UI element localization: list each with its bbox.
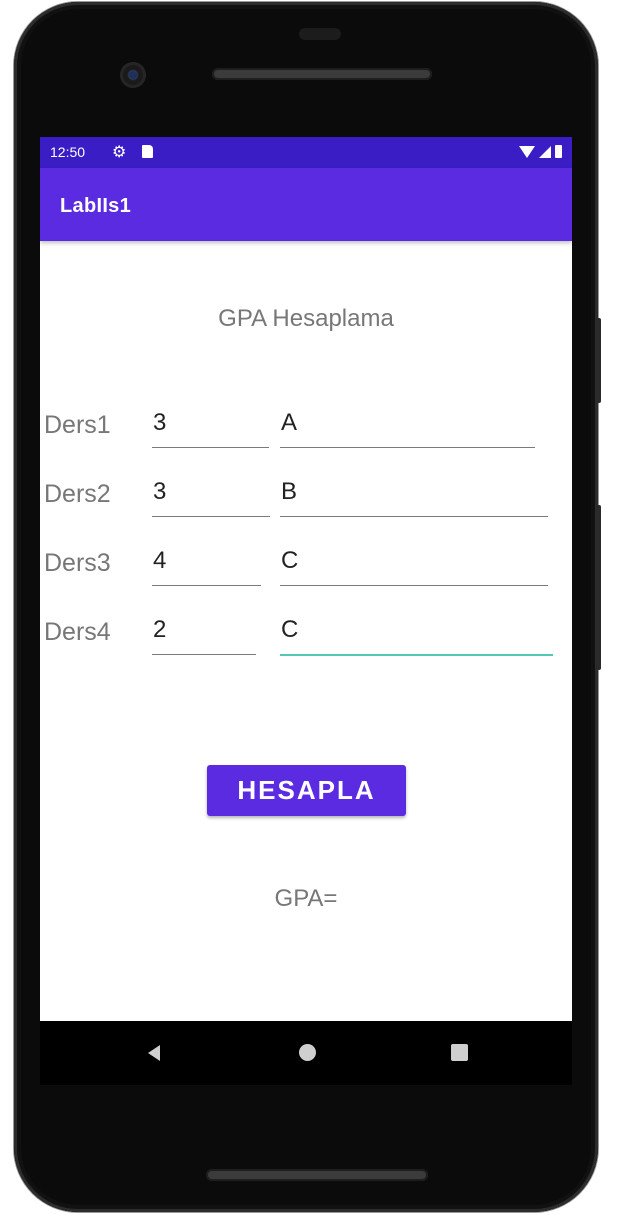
credit-input[interactable]: 3: [152, 472, 270, 517]
gpa-result: GPA=: [274, 885, 338, 912]
credit-value: 2: [153, 616, 167, 643]
back-icon[interactable]: [148, 1045, 160, 1061]
recents-icon[interactable]: [451, 1044, 468, 1061]
grade-value: A: [281, 409, 298, 436]
credit-input[interactable]: 3: [152, 403, 269, 448]
course-label: Ders3: [44, 549, 111, 577]
volume-button: [596, 505, 601, 670]
front-camera: [120, 62, 146, 88]
signal-icon: [539, 145, 551, 158]
grade-value: C: [281, 616, 299, 643]
screen: 12:50 ⚙ LabIIs1 GPA Hesaplama Ders1 3 A …: [40, 137, 572, 1021]
calculate-button[interactable]: HESAPLA: [207, 765, 406, 816]
grade-input[interactable]: B: [280, 472, 548, 517]
credit-value: 4: [153, 547, 167, 574]
grade-value: B: [281, 478, 298, 505]
course-label: Ders1: [44, 411, 111, 439]
home-icon[interactable]: [299, 1044, 316, 1061]
credit-input[interactable]: 2: [152, 610, 256, 655]
status-icons: [519, 145, 562, 158]
credit-value: 3: [153, 478, 167, 505]
grade-input[interactable]: C: [280, 610, 553, 656]
status-bar: 12:50 ⚙: [40, 137, 572, 168]
credit-input[interactable]: 4: [152, 541, 261, 586]
navigation-bar: [40, 1021, 572, 1085]
grade-value: C: [281, 547, 299, 574]
top-speaker: [212, 68, 432, 80]
wifi-icon: [519, 145, 535, 158]
page-heading: GPA Hesaplama: [218, 305, 394, 332]
credit-value: 3: [153, 409, 167, 436]
grade-input[interactable]: C: [280, 541, 548, 586]
power-button: [596, 318, 601, 403]
grade-input[interactable]: A: [280, 403, 535, 448]
course-label: Ders2: [44, 480, 111, 508]
status-time: 12:50: [50, 144, 86, 160]
gear-icon: ⚙: [112, 144, 127, 161]
battery-icon: [555, 145, 562, 158]
app-bar: LabIIs1: [40, 168, 572, 241]
bottom-speaker: [206, 1169, 428, 1181]
app-title: LabIIs1: [60, 195, 132, 217]
course-label: Ders4: [44, 618, 111, 646]
earpiece: [299, 28, 341, 40]
sd-card-icon: [142, 145, 153, 158]
